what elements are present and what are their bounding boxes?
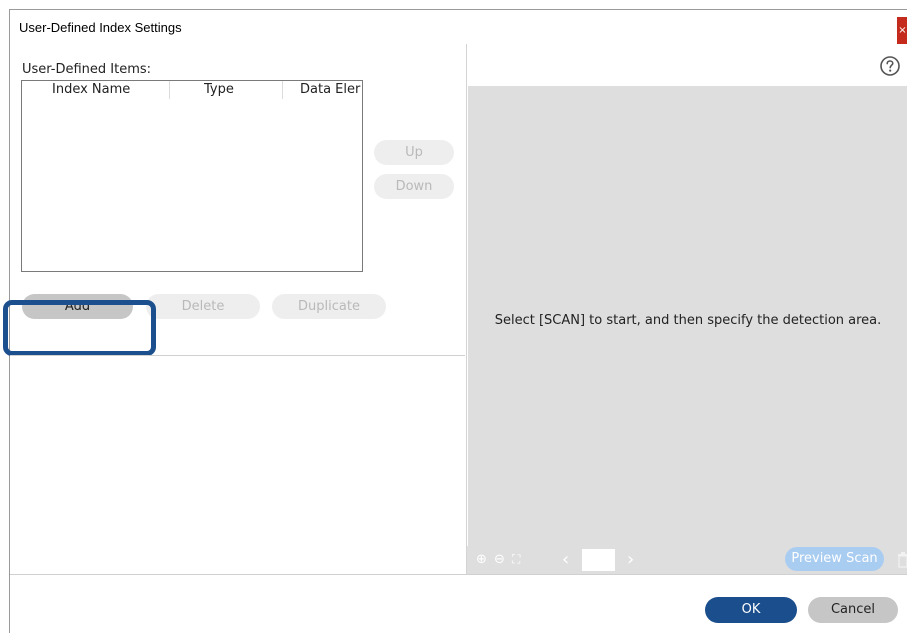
column-header-data-element[interactable]: Data Eler — [300, 82, 362, 97]
fit-to-window-icon[interactable]: ⛶ — [512, 552, 520, 567]
footer-divider — [10, 574, 907, 575]
list-header: Index Name Type Data Eler — [22, 81, 362, 99]
down-button[interactable]: Down — [374, 174, 454, 199]
close-icon: × — [898, 25, 907, 36]
right-pane: Select [SCAN] to start, and then specify… — [467, 44, 907, 574]
duplicate-button[interactable]: Duplicate — [272, 294, 386, 319]
zoom-in-icon[interactable]: ⊕ — [476, 552, 487, 567]
close-button[interactable]: × — [897, 17, 907, 44]
preview-toolbar: ⊕ ⊖ ⛶ ‹ › Preview Scan — [467, 546, 907, 574]
dialog-title: User-Defined Index Settings — [19, 20, 182, 35]
user-defined-items-list[interactable]: Index Name Type Data Eler — [21, 80, 363, 272]
title-bar: User-Defined Index Settings × — [10, 10, 907, 44]
previous-page-icon[interactable]: ‹ — [562, 549, 569, 570]
add-button-highlight — [3, 300, 156, 356]
column-separator[interactable] — [169, 81, 170, 99]
column-separator[interactable] — [282, 81, 283, 99]
left-divider — [10, 355, 465, 356]
preview-area[interactable]: Select [SCAN] to start, and then specify… — [468, 86, 907, 546]
user-defined-items-label: User-Defined Items: — [22, 62, 152, 77]
ok-button[interactable]: OK — [705, 597, 797, 623]
question-circle-icon[interactable] — [879, 55, 901, 77]
delete-button[interactable]: Delete — [146, 294, 260, 319]
preview-scan-button[interactable]: Preview Scan — [785, 547, 884, 571]
cancel-button[interactable]: Cancel — [808, 597, 898, 623]
left-pane: User-Defined Items: Index Name Type Data… — [3, 44, 466, 574]
column-header-type[interactable]: Type — [204, 82, 234, 97]
zoom-out-icon[interactable]: ⊖ — [494, 552, 505, 567]
user-defined-index-settings-dialog: User-Defined Index Settings × User-Defin… — [3, 9, 907, 633]
page-number-box[interactable] — [582, 549, 615, 571]
preview-message: Select [SCAN] to start, and then specify… — [494, 313, 882, 328]
column-header-index-name[interactable]: Index Name — [52, 82, 130, 97]
next-page-icon[interactable]: › — [627, 549, 634, 570]
up-button[interactable]: Up — [374, 140, 454, 165]
trash-icon[interactable] — [898, 552, 907, 568]
